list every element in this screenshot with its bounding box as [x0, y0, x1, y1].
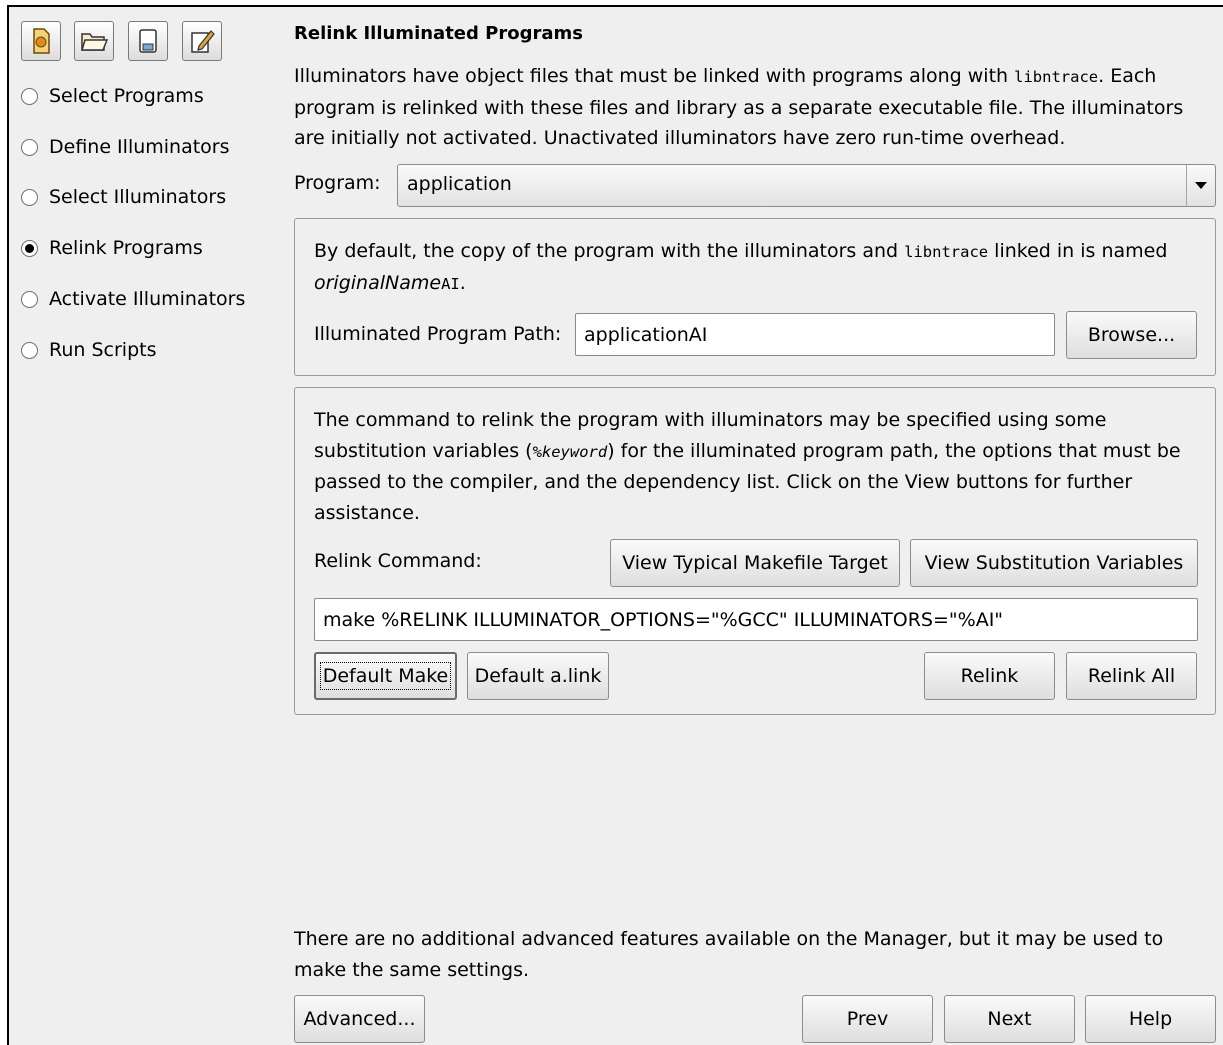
step-run-scripts[interactable]: Run Scripts [21, 335, 156, 365]
relink-description: The command to relink the program with i… [314, 409, 1181, 524]
program-path-input[interactable]: applicationAI [575, 313, 1055, 356]
path-label: Illuminated Program Path: [314, 323, 562, 345]
program-path-panel: By default, the copy of the program with… [294, 218, 1216, 376]
edit-button[interactable] [182, 21, 222, 61]
chevron-down-icon[interactable] [1186, 165, 1215, 206]
default-make-button[interactable]: Default Make [314, 652, 457, 700]
step-relink-programs[interactable]: Relink Programs [21, 233, 203, 263]
program-select[interactable]: application [397, 164, 1216, 207]
step-activate-illuminators[interactable]: Activate Illuminators [21, 284, 245, 314]
program-label: Program: [294, 172, 381, 194]
step-label: Relink Programs [49, 237, 203, 259]
relink-button[interactable]: Relink [924, 652, 1055, 700]
relink-command-input[interactable]: make %RELINK ILLUMINATOR_OPTIONS="%GCC" … [314, 598, 1198, 641]
wizard-window: Select Programs Define Illuminators Sele… [7, 5, 1223, 1045]
edit-icon [191, 30, 215, 53]
radio-button[interactable] [21, 290, 38, 308]
save-button[interactable] [128, 21, 168, 61]
step-select-programs[interactable]: Select Programs [21, 81, 204, 111]
program-select-value: application [407, 173, 512, 195]
browse-button[interactable]: Browse... [1066, 311, 1197, 359]
step-label: Define Illuminators [49, 136, 230, 158]
radio-button[interactable] [21, 138, 38, 156]
radio-button[interactable] [21, 87, 38, 105]
advanced-note: There are no additional advanced feature… [294, 928, 1164, 981]
new-project-icon [33, 28, 50, 54]
radio-button[interactable] [21, 341, 38, 359]
step-label: Run Scripts [49, 339, 157, 361]
view-makefile-target-button[interactable]: View Typical Makefile Target [610, 539, 900, 587]
relink-command-panel: The command to relink the program with i… [294, 387, 1216, 715]
page-title: Relink Illuminated Programs [294, 23, 583, 44]
step-label: Select Illuminators [49, 186, 227, 208]
next-button[interactable]: Next [944, 995, 1075, 1043]
step-select-illuminators[interactable]: Select Illuminators [21, 182, 226, 212]
radio-button[interactable] [21, 188, 38, 206]
view-substitution-variables-button[interactable]: View Substitution Variables [910, 539, 1198, 587]
advanced-button[interactable]: Advanced... [294, 995, 425, 1043]
new-project-button[interactable] [21, 21, 61, 61]
radio-button-selected[interactable] [21, 239, 38, 257]
save-icon [139, 29, 157, 53]
default-alink-button[interactable]: Default a.link [467, 652, 609, 700]
relink-all-button[interactable]: Relink All [1066, 652, 1197, 700]
step-label: Select Programs [49, 85, 204, 107]
path-description: By default, the copy of the program with… [314, 240, 1168, 294]
step-define-illuminators[interactable]: Define Illuminators [21, 132, 230, 162]
help-button[interactable]: Help [1085, 995, 1216, 1043]
intro-text: Illuminators have object files that must… [294, 65, 1184, 149]
relink-command-label: Relink Command: [314, 550, 482, 572]
step-label: Activate Illuminators [49, 288, 246, 310]
open-folder-icon [80, 33, 108, 51]
prev-button[interactable]: Prev [802, 995, 933, 1043]
open-folder-button[interactable] [74, 21, 114, 61]
